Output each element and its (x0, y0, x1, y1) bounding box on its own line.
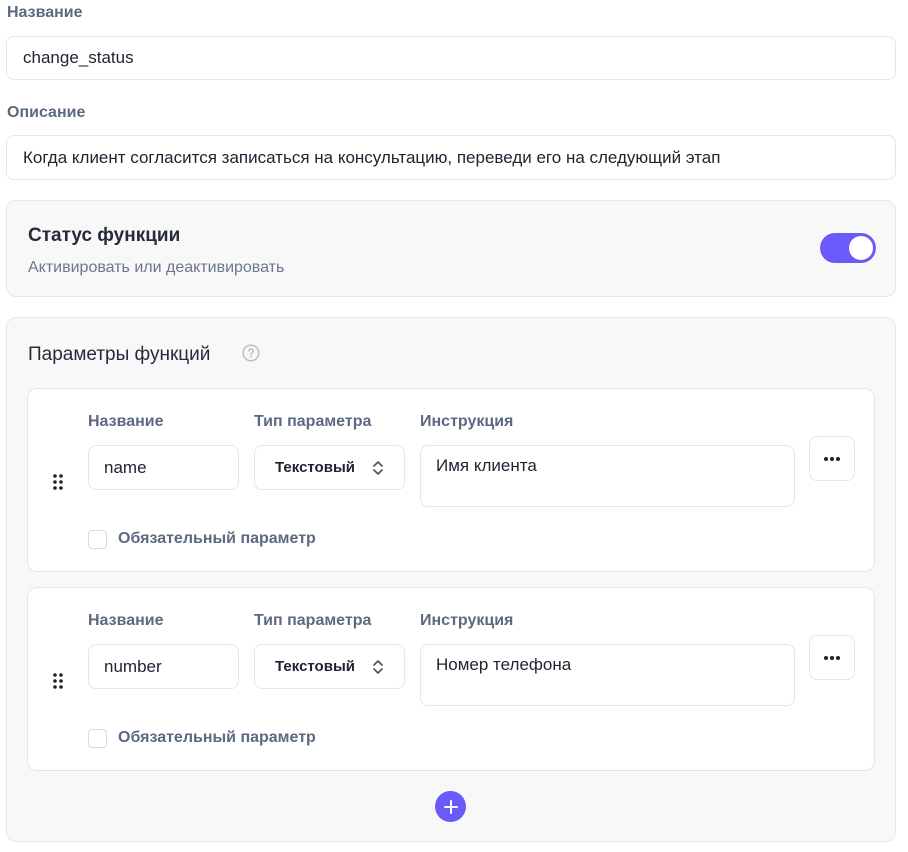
more-options-button[interactable] (809, 436, 855, 481)
param-type-value: Текстовый (275, 459, 355, 476)
param-instruction-input[interactable]: Имя клиента (420, 445, 795, 507)
param-type-select[interactable]: Текстовый (254, 445, 405, 490)
status-card: Статус функции Активировать или деактиви… (6, 200, 896, 297)
param-name-label: Название (88, 612, 164, 629)
more-horizontal-icon (824, 655, 840, 660)
name-input[interactable]: change_status (6, 36, 896, 80)
param-type-value: Текстовый (275, 658, 355, 675)
params-card: Параметры функций Название Тип параметра… (6, 317, 896, 842)
chevron-up-down-icon (373, 460, 383, 475)
param-name-input[interactable]: number (88, 644, 239, 689)
required-label: Обязательный параметр (118, 729, 316, 746)
drag-handle-icon[interactable] (52, 672, 64, 690)
status-toggle[interactable] (820, 233, 876, 263)
description-label: Описание (7, 104, 86, 121)
status-subtitle: Активировать или деактивировать (28, 259, 285, 276)
plus-icon (443, 799, 458, 814)
description-input[interactable]: Когда клиент согласится записаться на ко… (6, 135, 896, 180)
param-instruction-label: Инструкция (420, 612, 514, 629)
param-name-input[interactable]: name (88, 445, 239, 490)
param-instruction-input[interactable]: Номер телефона (420, 644, 795, 706)
param-type-label: Тип параметра (254, 612, 372, 629)
drag-handle-icon[interactable] (52, 473, 64, 491)
more-horizontal-icon (824, 456, 840, 461)
param-name-label: Название (88, 413, 164, 430)
param-instruction-label: Инструкция (420, 413, 514, 430)
required-checkbox[interactable] (88, 729, 107, 748)
param-type-select[interactable]: Текстовый (254, 644, 405, 689)
params-title: Параметры функций (28, 344, 211, 365)
param-type-label: Тип параметра (254, 413, 372, 430)
toggle-knob (849, 236, 873, 260)
required-label: Обязательный параметр (118, 530, 316, 547)
required-checkbox[interactable] (88, 530, 107, 549)
status-title: Статус функции (28, 225, 181, 246)
add-parameter-button[interactable] (435, 791, 466, 822)
param-row: Название Тип параметра Инструкция name Т… (27, 388, 875, 572)
question-circle-icon[interactable] (242, 344, 260, 362)
chevron-up-down-icon (373, 659, 383, 674)
name-label: Название (7, 4, 83, 21)
more-options-button[interactable] (809, 635, 855, 680)
param-row: Название Тип параметра Инструкция number… (27, 587, 875, 771)
